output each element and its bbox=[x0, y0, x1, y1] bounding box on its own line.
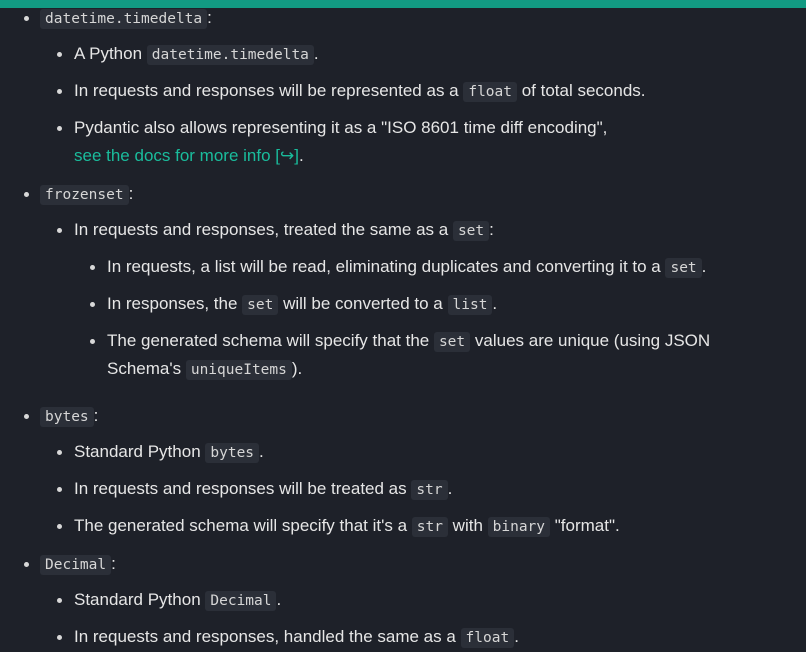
bullet bbox=[90, 265, 95, 270]
type-heading: Decimal: bbox=[40, 550, 116, 579]
bullet bbox=[57, 52, 62, 57]
docs-link[interactable]: see the docs for more info [↪] bbox=[74, 146, 299, 165]
bullet bbox=[57, 487, 62, 492]
bullet bbox=[57, 126, 62, 131]
bullet bbox=[24, 414, 29, 419]
bullet bbox=[57, 89, 62, 94]
bullet bbox=[57, 450, 62, 455]
bullet bbox=[90, 302, 95, 307]
type-heading: bytes: bbox=[40, 402, 98, 431]
bullet bbox=[57, 598, 62, 603]
type-heading: datetime.timedelta: bbox=[40, 4, 212, 33]
bullet bbox=[90, 339, 95, 344]
bullet bbox=[57, 524, 62, 529]
bullet bbox=[57, 635, 62, 640]
type-heading: frozenset: bbox=[40, 180, 133, 209]
bullet bbox=[57, 228, 62, 233]
bullet bbox=[24, 192, 29, 197]
bullet bbox=[24, 562, 29, 567]
bullet bbox=[24, 16, 29, 21]
